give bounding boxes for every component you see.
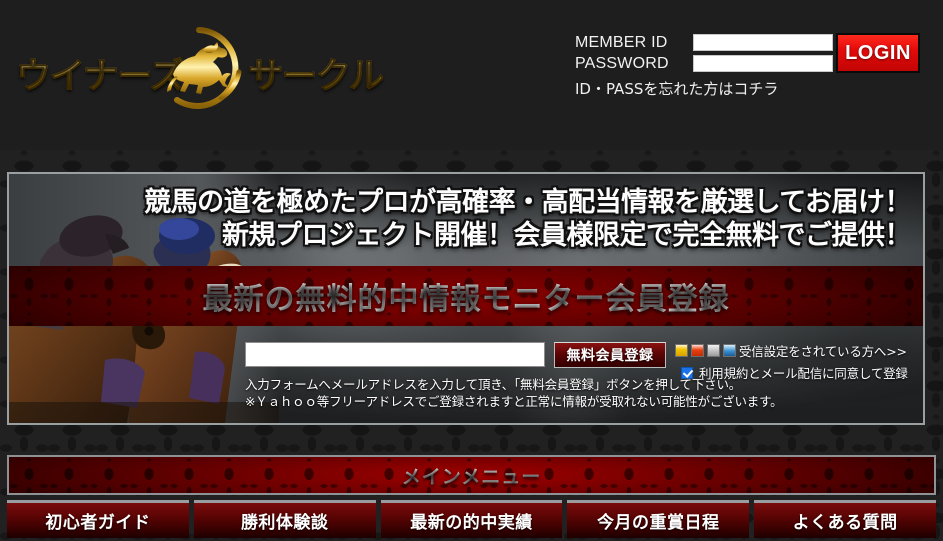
menu-tab-success-stories[interactable]: 勝利体験談 xyxy=(193,500,376,538)
registration-note-2: ※Ｙａｈｏｏ等フリーアドレスでご登録されますと正常に情報が受取れない可能性がござ… xyxy=(245,394,783,409)
pc-mail-icon[interactable] xyxy=(723,343,736,357)
main-menu-header: メインメニュー xyxy=(7,455,936,495)
password-label: PASSWORD xyxy=(575,55,669,72)
headline-line-1: 競馬の道を極めたプロが高確率・高配当情報を厳選してお届け！ xyxy=(144,187,911,218)
registration-title-text: 最新の無料的中情報モニター会員登録 xyxy=(203,274,730,318)
main-menu: メインメニュー 初心者ガイド 勝利体験談 最新の的中実績 今月の重賞日程 よくあ… xyxy=(7,455,936,538)
email-input[interactable] xyxy=(245,342,545,367)
carrier-settings-zone: 受信設定をされている方へ>> 利用規約とメール配信に同意して登録 xyxy=(675,342,923,382)
horse-and-rider-circle-emblem-icon xyxy=(143,24,255,112)
menu-tab-faq[interactable]: よくある質問 xyxy=(754,500,936,538)
menu-tab-beginner-guide[interactable]: 初心者ガイド xyxy=(7,500,189,538)
member-id-label: MEMBER ID xyxy=(575,34,668,51)
member-id-input[interactable] xyxy=(693,34,833,51)
registration-title-band: 最新の無料的中情報モニター会員登録 xyxy=(9,266,923,326)
agree-terms-row[interactable]: 利用規約とメール配信に同意して登録 xyxy=(681,363,923,382)
carrier-links-row: 受信設定をされている方へ>> xyxy=(675,341,923,360)
agree-terms-label: 利用規約とメール配信に同意して登録 xyxy=(699,366,908,381)
menu-tab-monthly-schedule[interactable]: 今月の重賞日程 xyxy=(567,500,750,538)
headline-line-2: 新規プロジェクト開催！会員様限定で完全無料でご提供！ xyxy=(222,220,912,251)
menu-tab-latest-results[interactable]: 最新の的中実績 xyxy=(380,500,563,538)
main-menu-tabs: 初心者ガイド 勝利体験談 最新の的中実績 今月の重賞日程 よくある質問 xyxy=(7,500,936,538)
mail-reception-settings-link[interactable]: 受信設定をされている方へ>> xyxy=(739,341,907,360)
site-logo[interactable]: ウイナーズ サークル xyxy=(8,18,408,110)
logo-text-right: サークル xyxy=(248,48,385,99)
agree-terms-checkbox[interactable] xyxy=(681,366,693,379)
imode-icon[interactable] xyxy=(675,343,688,357)
email-form-row: 無料会員登録 受信設定をされている方へ>> 利用規約とメール配信に同意して登録 xyxy=(245,342,923,381)
forgot-credentials-link[interactable]: ID・PASSを忘れた方はコチラ xyxy=(575,78,930,99)
registration-form: 無料会員登録 受信設定をされている方へ>> 利用規約とメール配信に同意して登録 … xyxy=(245,342,923,423)
password-input[interactable] xyxy=(693,55,833,72)
login-button[interactable]: LOGIN xyxy=(836,33,920,73)
free-register-button[interactable]: 無料会員登録 xyxy=(554,342,666,368)
banner-headline: 競馬の道を極めたプロが高確率・高配当情報を厳選してお届け！ 新規プロジェクト開催… xyxy=(9,186,923,252)
ezweb-icon[interactable] xyxy=(691,343,704,357)
softbank-icon[interactable] xyxy=(707,343,720,357)
promo-banner: 競馬の道を極めたプロが高確率・高配当情報を厳選してお届け！ 新規プロジェクト開催… xyxy=(7,172,925,425)
site-header: ウイナーズ サークル MEMBER ID PASSWORD ID・PASSを忘れ… xyxy=(0,0,943,150)
main-menu-title: メインメニュー xyxy=(402,462,541,489)
